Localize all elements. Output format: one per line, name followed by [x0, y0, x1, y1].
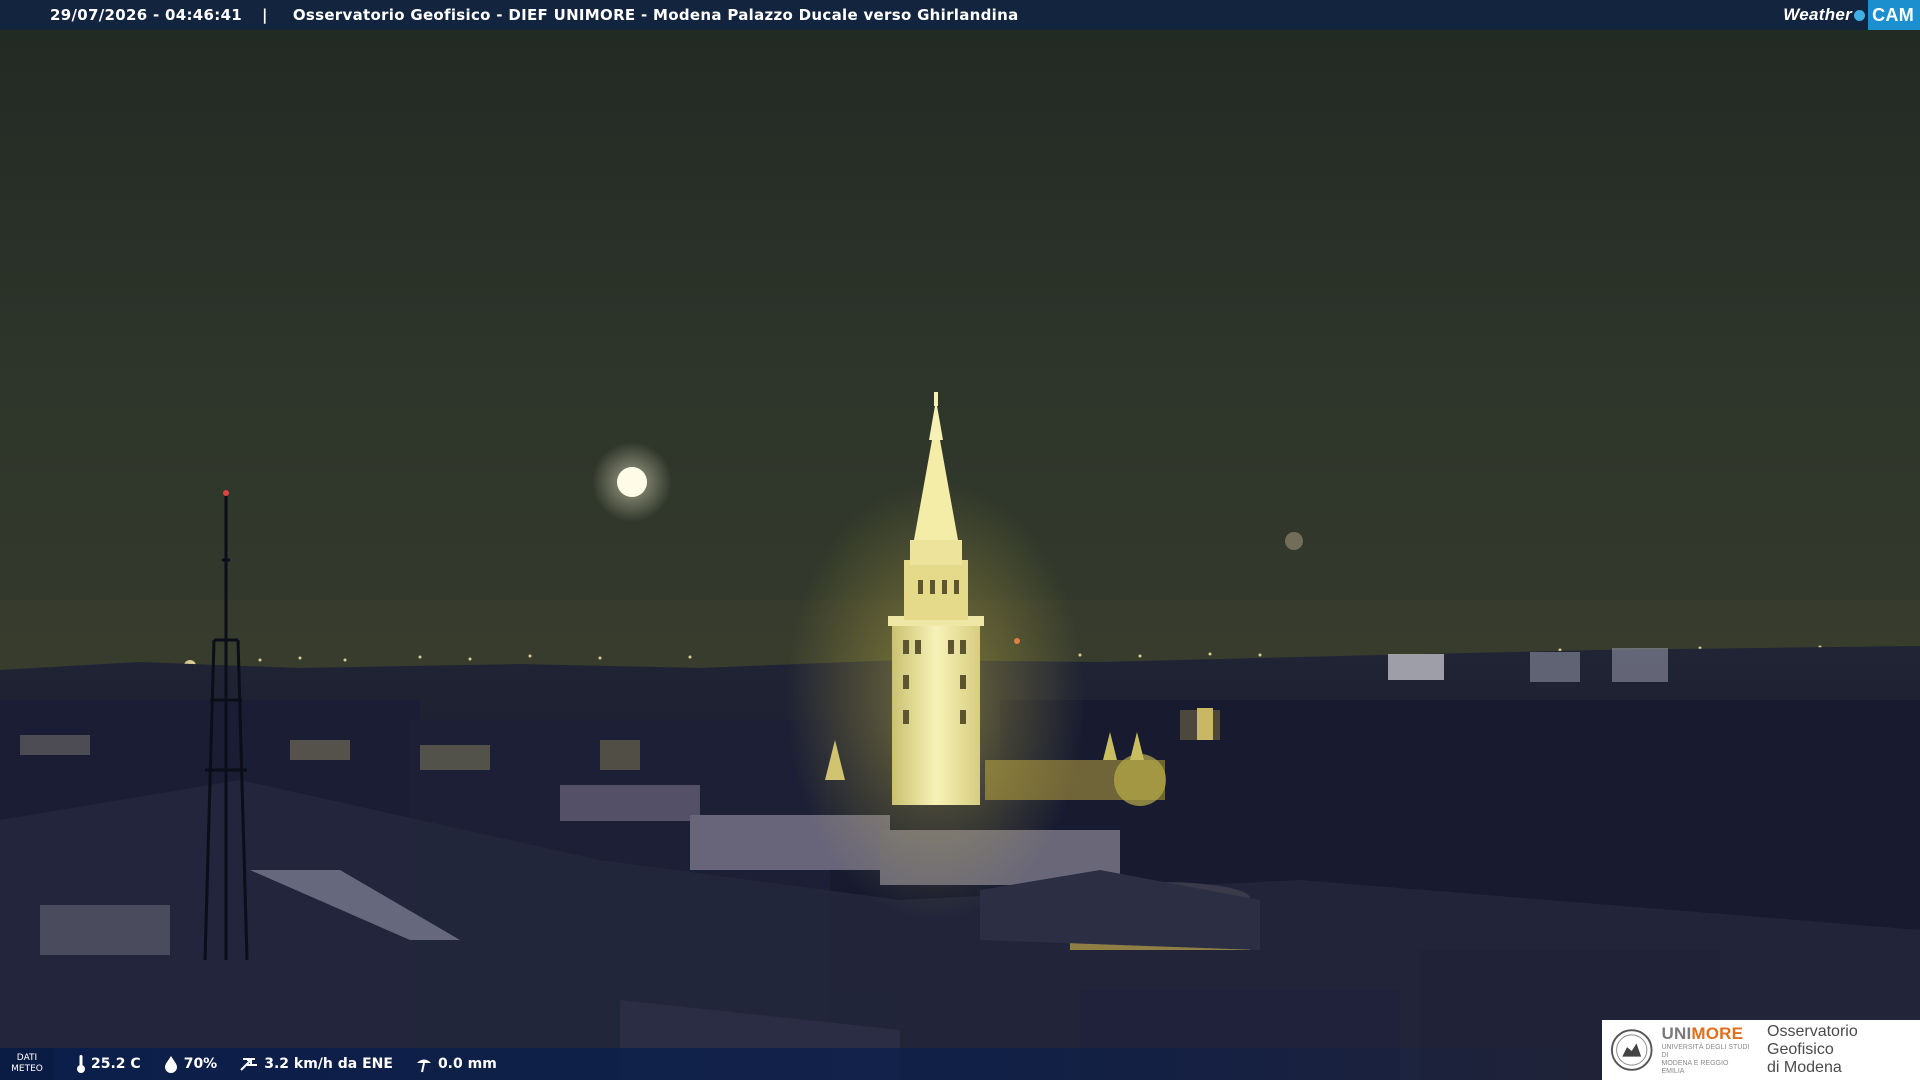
meteo-data-bar: DATI METEO 25.2 C 70% 3.2 km/h da ENE 0.… — [0, 1048, 1600, 1080]
osservatorio-line1: Osservatorio Geofisico — [1767, 1023, 1858, 1058]
rain-reading: 0.0 mm — [415, 1055, 497, 1073]
webcam-image — [0, 30, 1920, 1080]
weathercam-logo[interactable]: Weather CAM — [1783, 0, 1920, 30]
top-info-bar: 29/07/2026 - 04:46:41 | Osservatorio Geo… — [0, 0, 1920, 30]
timestamp: 29/07/2026 - 04:46:41 — [50, 6, 243, 24]
unimore-logo-box[interactable]: UNIMORE UNIVERSITÀ DEGLI STUDI DI MODENA… — [1602, 1020, 1920, 1080]
dati-label-line2: METEO — [11, 1064, 43, 1074]
osservatorio-name: Osservatorio Geofisico di Modena — [1767, 1023, 1920, 1077]
humidity-drop-icon — [164, 1056, 177, 1073]
brand-weather-text: Weather — [1783, 5, 1853, 24]
humidity-reading: 70% — [163, 1055, 218, 1073]
wind-value: 3.2 km/h da ENE — [264, 1056, 393, 1072]
wind-reading: 3.2 km/h da ENE — [239, 1055, 393, 1073]
rain-gauge-icon — [416, 1059, 431, 1073]
osservatorio-line2: di Modena — [1767, 1059, 1842, 1076]
wind-icon — [240, 1058, 258, 1071]
humidity-value: 70% — [183, 1056, 218, 1072]
brand-cam-text: CAM — [1868, 0, 1920, 30]
dati-meteo-badge[interactable]: DATI METEO — [0, 1048, 54, 1080]
temperature-value: 25.2 C — [91, 1056, 141, 1072]
camera-title: Osservatorio Geofisico - DIEF UNIMORE - … — [292, 6, 1019, 24]
unimore-subtitle-1: UNIVERSITÀ DEGLI STUDI DI — [1661, 1044, 1750, 1059]
dati-label-line1: DATI — [16, 1053, 38, 1063]
unimore-name: UNIMORE — [1661, 1024, 1744, 1043]
separator: | — [262, 6, 268, 24]
thermometer-icon — [77, 1055, 85, 1073]
temperature-reading: 25.2 C — [76, 1054, 141, 1074]
unimore-subtitle-2: MODENA E REGGIO EMILIA — [1661, 1060, 1729, 1075]
unimore-wordmark: UNIMORE UNIVERSITÀ DEGLI STUDI DI MODENA… — [1661, 1024, 1753, 1076]
brand-dot-icon — [1854, 9, 1866, 21]
university-seal-icon — [1610, 1029, 1653, 1071]
rain-value: 0.0 mm — [437, 1056, 497, 1072]
